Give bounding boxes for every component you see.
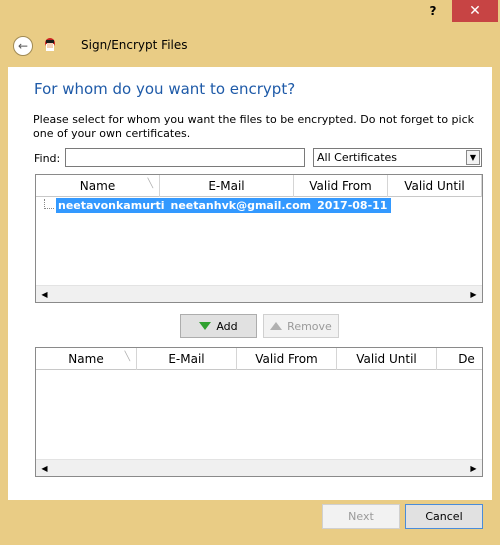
available-list-header: Name ╲ E-Mail Valid From Valid Until bbox=[36, 175, 482, 197]
cell-name: neetavonkamurti bbox=[58, 199, 165, 212]
column-header-valid-from[interactable]: Valid From bbox=[294, 175, 388, 197]
cell-valid-from: 2017-08-11 bbox=[317, 199, 388, 212]
add-button-label: Add bbox=[216, 319, 238, 333]
column-header-valid-until[interactable]: Valid Until bbox=[337, 348, 437, 370]
scroll-left-icon[interactable]: ◀ bbox=[36, 460, 53, 476]
table-row[interactable]: neetavonkamurti neetanhvk@gmail.com 2017… bbox=[56, 198, 392, 213]
column-label: De bbox=[458, 352, 475, 366]
column-label: Valid From bbox=[255, 352, 318, 366]
column-label: Name bbox=[79, 179, 116, 193]
page-heading: For whom do you want to encrypt? bbox=[34, 80, 296, 98]
scroll-left-icon[interactable]: ◀ bbox=[36, 286, 53, 302]
column-header-email[interactable]: E-Mail bbox=[137, 348, 237, 370]
help-button[interactable]: ? bbox=[420, 0, 446, 22]
find-label: Find: bbox=[34, 152, 61, 165]
cancel-button[interactable]: Cancel bbox=[405, 504, 483, 529]
arrow-up-icon bbox=[270, 322, 283, 330]
instructions-text: Please select for whom you want the file… bbox=[33, 113, 474, 140]
available-certificates-list[interactable]: Name ╲ E-Mail Valid From Valid Until nee… bbox=[35, 174, 483, 303]
column-header-name[interactable]: Name ╲ bbox=[36, 348, 137, 370]
remove-button[interactable]: Remove bbox=[263, 314, 339, 338]
column-label: E-Mail bbox=[208, 179, 245, 193]
horizontal-scrollbar[interactable]: ◀ ▶ bbox=[36, 459, 482, 476]
scroll-right-icon[interactable]: ▶ bbox=[465, 460, 482, 476]
next-button-label: Next bbox=[348, 510, 374, 523]
column-label: Valid From bbox=[309, 179, 372, 193]
column-header-valid-until[interactable]: Valid Until bbox=[388, 175, 482, 197]
add-button[interactable]: Add bbox=[180, 314, 257, 338]
filter-selected-value: All Certificates bbox=[317, 151, 398, 164]
wizard-page: For whom do you want to encrypt? Please … bbox=[8, 67, 492, 500]
column-header-name[interactable]: Name ╲ bbox=[36, 175, 160, 197]
tree-connector bbox=[44, 199, 54, 209]
back-arrow-icon: ← bbox=[17, 39, 29, 53]
cell-email: neetanhvk@gmail.com bbox=[170, 199, 312, 212]
column-label: E-Mail bbox=[168, 352, 205, 366]
column-header-valid-from[interactable]: Valid From bbox=[237, 348, 337, 370]
next-button[interactable]: Next bbox=[322, 504, 400, 529]
arrow-down-icon bbox=[199, 322, 212, 330]
column-label: Valid Until bbox=[356, 352, 417, 366]
find-input[interactable] bbox=[65, 148, 305, 167]
selected-recipients-list[interactable]: Name ╲ E-Mail Valid From Valid Until De … bbox=[35, 347, 483, 477]
back-button[interactable]: ← bbox=[13, 36, 33, 56]
window-title: Sign/Encrypt Files bbox=[81, 38, 188, 52]
horizontal-scrollbar[interactable]: ◀ ▶ bbox=[36, 285, 482, 302]
column-header-details[interactable]: De bbox=[437, 348, 482, 370]
column-label: Valid Until bbox=[404, 179, 465, 193]
certificate-filter-dropdown[interactable]: All Certificates ▼ bbox=[313, 148, 482, 167]
cancel-button-label: Cancel bbox=[425, 510, 463, 523]
column-label: Name bbox=[68, 352, 104, 366]
kleopatra-app-icon bbox=[42, 37, 58, 53]
sort-indicator-icon: ╲ bbox=[124, 352, 130, 362]
scroll-right-icon[interactable]: ▶ bbox=[465, 286, 482, 302]
column-header-email[interactable]: E-Mail bbox=[160, 175, 294, 197]
remove-button-label: Remove bbox=[287, 319, 332, 333]
close-button[interactable]: ✕ bbox=[452, 0, 498, 22]
selected-list-header: Name ╲ E-Mail Valid From Valid Until De bbox=[36, 348, 482, 370]
sort-indicator-icon: ╲ bbox=[147, 179, 153, 189]
chevron-down-icon: ▼ bbox=[466, 150, 480, 165]
